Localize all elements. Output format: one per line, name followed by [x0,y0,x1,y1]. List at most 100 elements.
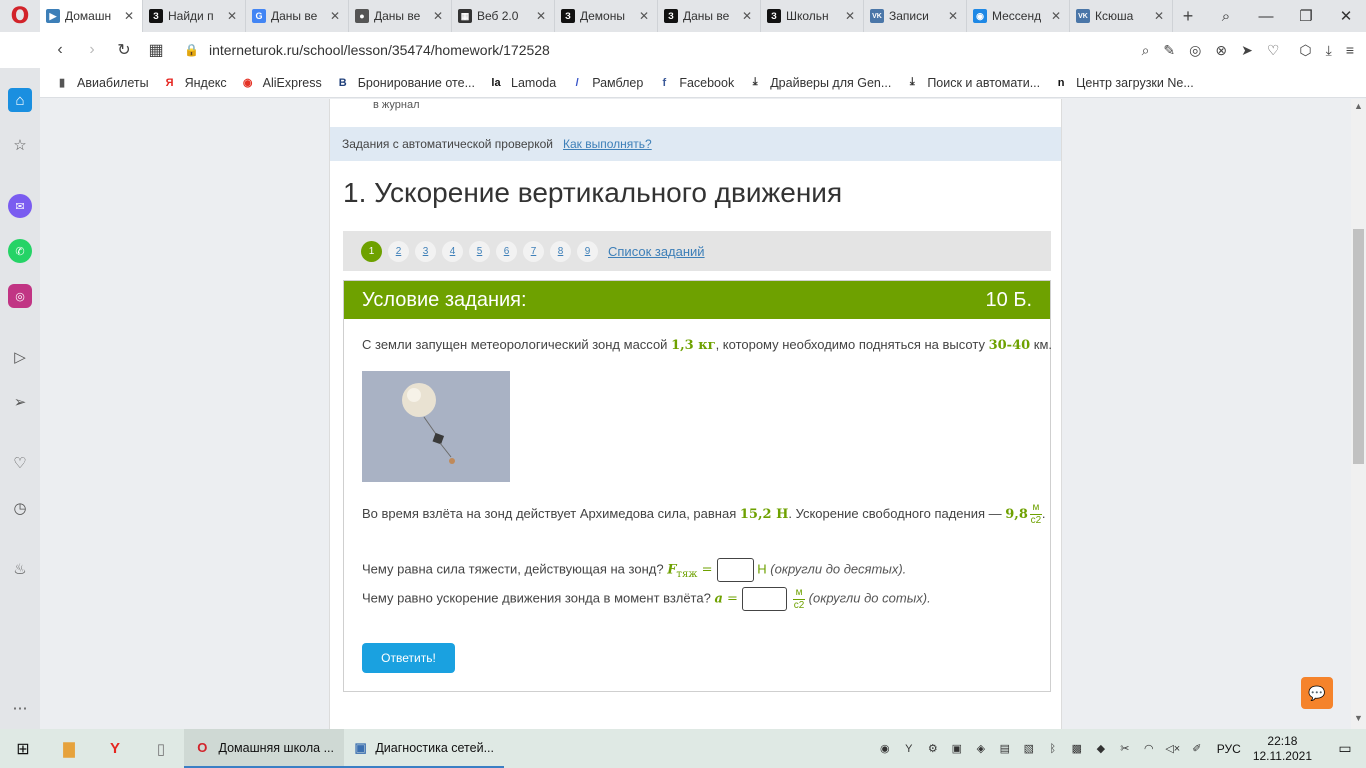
page-number-5[interactable]: 5 [469,240,490,262]
bookmark-item[interactable]: ⤓ Драйверы для Gen... [748,76,892,90]
send-icon[interactable]: ➤ [1241,42,1253,59]
close-tab-icon[interactable]: ✕ [330,9,342,23]
browser-tab[interactable]: ▦ Веб 2.0 ✕ [452,0,555,32]
bookmark-item[interactable]: la Lamoda [489,76,556,90]
clock[interactable]: 22:18 12.11.2021 [1253,734,1312,764]
close-tab-icon[interactable]: ✕ [639,9,651,23]
pen-icon[interactable]: ✐ [1187,742,1207,755]
tray-app-icon[interactable]: ✂ [1115,742,1135,755]
file-explorer-icon[interactable]: ▇ [46,729,92,768]
volume-icon[interactable]: ◁× [1163,742,1183,755]
tips-bulb-icon[interactable]: ♨ [8,557,32,581]
page-number-7[interactable]: 7 [523,240,544,262]
page-number-2[interactable]: 2 [388,240,409,262]
browser-tab[interactable]: З Демоны ✕ [555,0,658,32]
edit-icon[interactable]: ✎ [1163,42,1175,59]
close-tab-icon[interactable]: ✕ [1051,9,1063,23]
browser-tab[interactable]: ◉ Мессенд ✕ [967,0,1070,32]
language-indicator[interactable]: РУС [1217,742,1241,756]
player-icon[interactable]: ▷ [8,345,32,369]
scroll-thumb[interactable] [1353,229,1364,464]
bookmark-item[interactable]: ◉ AliExpress [241,76,322,90]
new-tab-button[interactable]: + [1173,6,1203,27]
browser-tab[interactable]: ● Даны ве ✕ [349,0,452,32]
browser-tab[interactable]: З Найди п ✕ [143,0,246,32]
instagram-icon[interactable]: ◎ [8,284,32,308]
nvidia-icon[interactable]: ▩ [1067,742,1087,755]
home-icon[interactable]: ⌂ [8,88,32,112]
close-tab-icon[interactable]: ✕ [948,9,960,23]
reload-button[interactable]: ↻ [108,40,140,60]
page-scrollbar[interactable]: ▲ ▼ [1351,99,1366,729]
tray-app-icon[interactable]: ◉ [875,742,895,755]
page-number-4[interactable]: 4 [442,240,463,262]
maximize-button[interactable]: ❐ [1286,7,1326,25]
messenger-icon[interactable]: ✉ [8,194,32,218]
tray-app-icon[interactable]: ▧ [1019,742,1039,755]
close-tab-icon[interactable]: ✕ [124,9,136,23]
opera-menu-icon[interactable]: O [0,0,40,32]
favorites-heart-icon[interactable]: ♡ [8,451,32,475]
chat-icon[interactable]: 💬 [1301,677,1333,709]
browser-tab[interactable]: VK Ксюша ✕ [1070,0,1173,32]
taskbar-app[interactable]: ▣ Диагностика сетей... [344,729,504,768]
whatsapp-icon[interactable]: ✆ [8,239,32,263]
bookmark-item[interactable]: ▮ Авиабилеты [55,76,149,90]
downloads-icon[interactable]: ⤓ [1326,42,1332,59]
browser-tab[interactable]: ▶ Домашн ✕ [40,0,143,32]
bluetooth-icon[interactable]: ᛒ [1043,743,1063,755]
gravity-answer-input[interactable] [716,558,754,582]
lock-icon[interactable]: 🔒 [184,43,199,57]
search-tabs-icon[interactable]: ⌕ [1206,8,1246,25]
close-tab-icon[interactable]: ✕ [845,9,857,23]
close-tab-icon[interactable]: ✕ [433,9,445,23]
bookmark-item[interactable]: ⤓ Поиск и автомати... [905,76,1040,90]
scroll-up-arrow[interactable]: ▲ [1351,101,1366,111]
task-list-link[interactable]: Список заданий [608,244,705,259]
camera-icon[interactable]: ◎ [1189,42,1201,59]
block-icon[interactable]: ⊗ [1215,42,1227,59]
star-icon[interactable]: ☆ [8,133,32,157]
menu-icon[interactable]: ≡ [1346,42,1354,59]
close-tab-icon[interactable]: ✕ [1154,9,1166,23]
url-field[interactable]: interneturok.ru/school/lesson/35474/home… [209,42,550,58]
bookmark-item[interactable]: f Facebook [657,76,734,90]
acceleration-answer-input[interactable] [742,587,788,611]
bookmark-item[interactable]: B Бронирование оте... [336,76,475,90]
page-number-3[interactable]: 3 [415,240,436,262]
close-tab-icon[interactable]: ✕ [742,9,754,23]
network-icon[interactable]: ◠ [1139,742,1159,755]
bookmark-item[interactable]: n Центр загрузки Ne... [1054,76,1194,90]
browser-tab[interactable]: З Школьн ✕ [761,0,864,32]
forward-button[interactable]: › [76,41,108,59]
tray-app-icon[interactable]: ◈ [971,742,991,755]
submit-button[interactable]: Ответить! [362,643,455,673]
tray-app-icon[interactable]: ⚙ [923,742,943,755]
history-icon[interactable]: ◷ [8,496,32,520]
close-tab-icon[interactable]: ✕ [536,9,548,23]
browser-tab[interactable]: VK Записи ✕ [864,0,967,32]
yandex-browser-icon[interactable]: Y [92,729,138,768]
heart-icon[interactable]: ♡ [1267,42,1280,59]
bookmark-item[interactable]: / Рамблер [570,76,644,90]
speed-dial-icon[interactable]: ▦ [140,40,172,60]
browser-tab[interactable]: З Даны ве ✕ [658,0,761,32]
close-window-button[interactable]: ✕ [1326,7,1366,25]
tray-app-icon[interactable]: Y [899,743,919,755]
tray-app-icon[interactable]: ▤ [995,742,1015,755]
page-number-1[interactable]: 1 [361,240,382,262]
page-number-6[interactable]: 6 [496,240,517,262]
howto-link[interactable]: Как выполнять? [563,137,652,151]
taskbar-app[interactable]: O Домашняя школа ... [184,729,344,768]
more-icon[interactable]: ⋯ [8,696,32,720]
cube-icon[interactable]: ⬡ [1299,42,1311,59]
windows-start-icon[interactable]: ⊞ [0,739,46,759]
bookmark-item[interactable]: Я Яндекс [163,76,227,90]
scroll-down-arrow[interactable]: ▼ [1351,713,1366,723]
page-number-9[interactable]: 9 [577,240,598,262]
notifications-icon[interactable]: ▭ [1330,740,1360,757]
document-icon[interactable]: ▯ [138,729,184,768]
minimize-button[interactable]: — [1246,8,1286,25]
tray-app-icon[interactable]: ▣ [947,742,967,755]
flow-icon[interactable]: ➢ [8,390,32,414]
